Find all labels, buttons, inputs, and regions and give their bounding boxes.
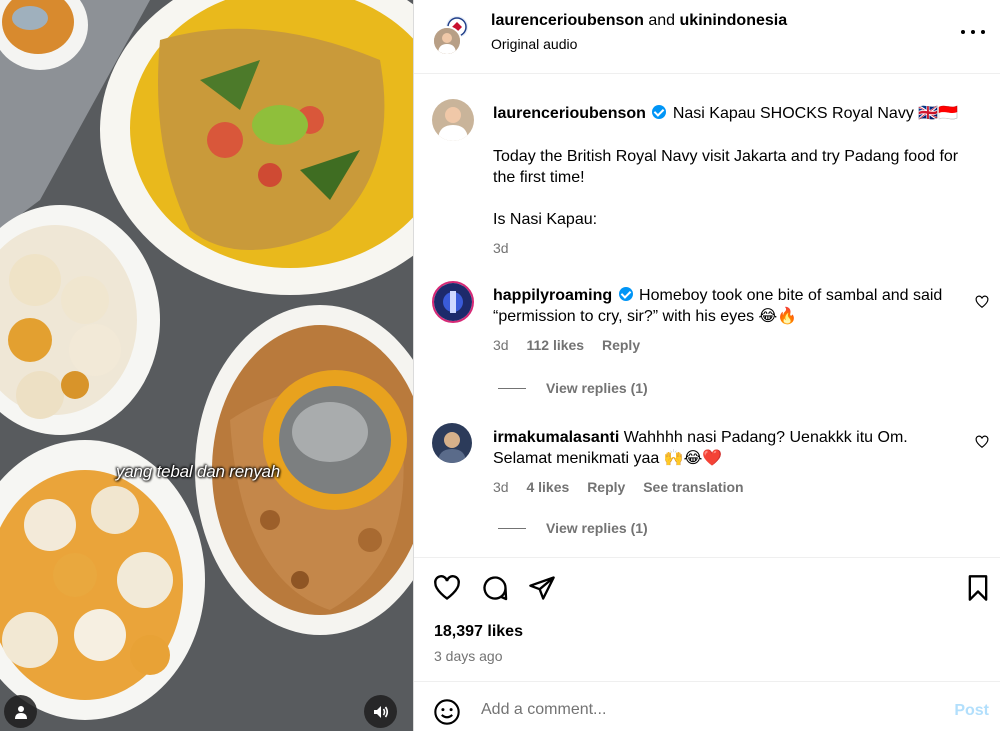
post-authors: laurencerioubenson and ukinindonesia [491,12,787,30]
author-link[interactable]: laurencerioubenson [491,12,644,29]
post-comment-button[interactable]: Post [954,702,989,720]
share-send-icon[interactable] [528,574,556,602]
comment-likes[interactable]: 112 likes [526,337,584,353]
comment-composer: Post [414,681,1000,731]
like-heart-icon[interactable] [433,574,461,602]
more-options-button[interactable] [961,22,985,42]
comment-bubble-icon[interactable] [481,574,509,602]
video-caption-overlay: yang tebal dan renyah [116,462,281,481]
reply-button[interactable]: Reply [602,337,640,353]
speaker-icon [373,705,388,718]
comments-section[interactable]: laurencerioubenson Nasi Kapau SHOCKS Roy… [414,75,1000,557]
avatar[interactable] [432,281,474,323]
avatar[interactable] [432,99,474,141]
caption-text: Today the British Royal Navy visit Jakar… [493,148,959,186]
author-joiner: and [648,12,676,29]
like-comment-heart-icon[interactable] [975,435,989,449]
post-actions: 18,397 likes 3 days ago [414,557,1000,681]
avatar[interactable] [432,423,472,463]
post-detail-panel: laurencerioubenson and ukinindonesia Ori… [413,0,1000,731]
divider [498,387,526,389]
comment-username[interactable]: happilyroaming [493,287,612,304]
view-replies-button[interactable]: View replies (1) [498,380,648,396]
post-media[interactable]: yang tebal dan renyah [0,0,413,731]
post-timestamp: 3 days ago [434,648,503,664]
caption-title: Nasi Kapau SHOCKS Royal Navy 🇬🇧🇮🇩 [672,105,959,122]
post-header: laurencerioubenson and ukinindonesia Ori… [414,0,1000,74]
see-translation-button[interactable]: See translation [643,479,743,495]
comment-likes[interactable]: 4 likes [526,479,569,495]
comment-input[interactable] [481,696,921,724]
likes-count[interactable]: 18,397 likes [434,623,523,641]
emoji-icon[interactable] [433,698,461,726]
caption-time: 3d [493,240,509,256]
tagged-users-button[interactable] [4,695,37,728]
caption-username[interactable]: laurencerioubenson [493,105,646,122]
comment-time: 3d [493,337,509,353]
divider [498,527,526,529]
user-icon [14,705,27,719]
caption-text: Is Nasi Kapau: [493,211,598,228]
audio-toggle-button[interactable] [364,695,397,728]
verified-badge-icon [652,105,667,119]
reply-button[interactable]: Reply [587,479,625,495]
bookmark-icon[interactable] [964,574,992,602]
avatar[interactable] [432,26,462,56]
like-comment-heart-icon[interactable] [975,295,989,309]
comment-username[interactable]: irmakumalasanti [493,429,619,446]
view-replies-button[interactable]: View replies (1) [498,520,648,536]
collab-avatars[interactable] [432,14,472,56]
comment-time: 3d [493,479,509,495]
audio-label[interactable]: Original audio [491,36,577,52]
food-photo [0,0,413,731]
more-icon [961,30,965,34]
verified-badge-icon [618,287,633,301]
collaborator-link[interactable]: ukinindonesia [680,12,788,29]
